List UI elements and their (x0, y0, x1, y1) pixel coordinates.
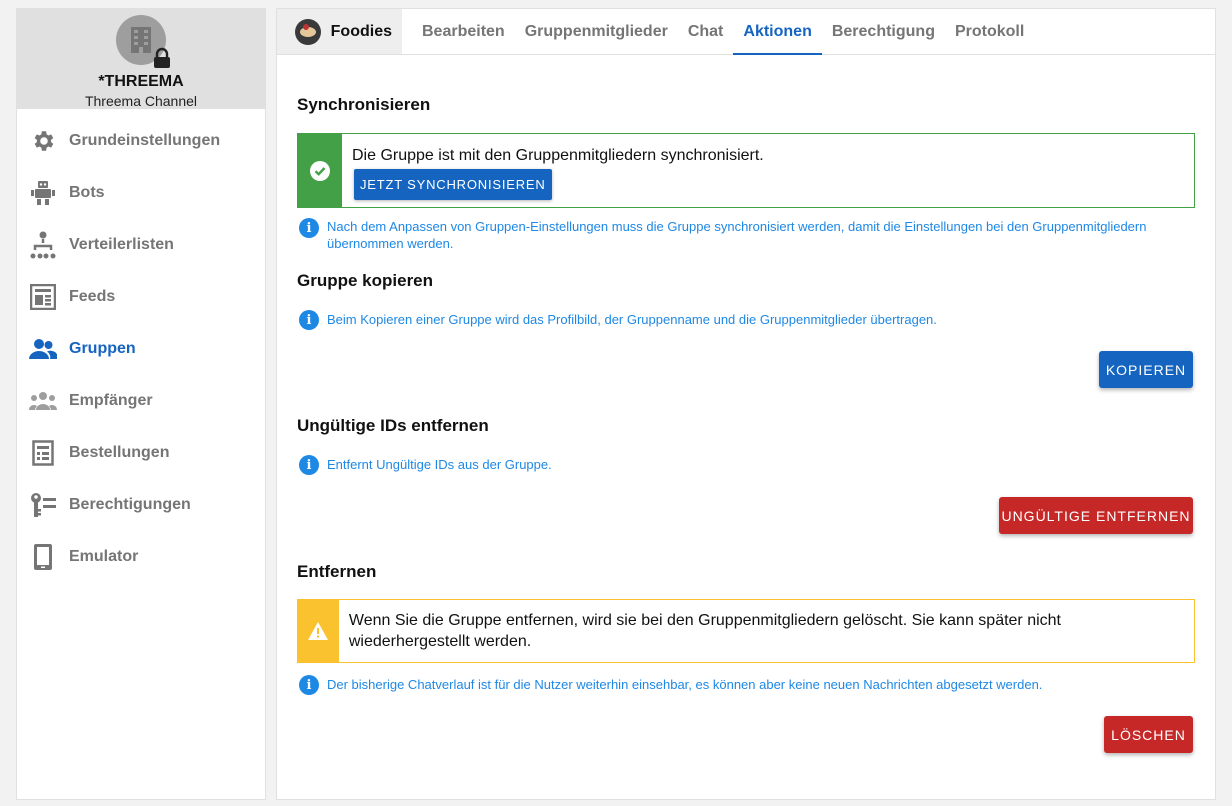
account-type: Threema Channel (84, 93, 198, 109)
info-icon: i (299, 455, 319, 475)
sync-info-text: Nach dem Anpassen von Gruppen-Einstellun… (327, 219, 1147, 251)
distribution-icon (29, 231, 57, 259)
copy-section-title: Gruppe kopieren (297, 271, 434, 290)
sidebar: *THREEMA Threema Channel Grundeinstellun… (16, 8, 266, 800)
tab-gruppenmitglieder[interactable]: Gruppenmitglieder (515, 9, 678, 54)
sidebar-item-bots[interactable]: Bots (17, 167, 265, 219)
sync-info: i Nach dem Anpassen von Gruppen-Einstell… (299, 218, 1179, 252)
gear-icon (29, 127, 57, 155)
sidebar-item-label: Grundeinstellungen (69, 132, 221, 149)
check-circle-icon (310, 160, 330, 181)
avatar (116, 15, 170, 68)
sync-section-title: Synchronisieren (297, 95, 431, 114)
lock-icon (154, 47, 170, 68)
group-name: Foodies (330, 22, 392, 40)
copy-info: i Beim Kopieren einer Gruppe wird das Pr… (299, 310, 1179, 330)
info-icon: i (299, 218, 319, 238)
orders-icon (29, 439, 57, 467)
sidebar-item-label: Gruppen (69, 340, 136, 357)
sidebar-item-label: Emulator (69, 548, 139, 565)
sidebar-item-label: Bestellungen (69, 444, 170, 461)
groups-icon (29, 335, 57, 363)
warning-stripe (298, 600, 339, 662)
sidebar-nav: Grundeinstellungen Bots Verteilerlisten … (17, 109, 265, 583)
tab-chat[interactable]: Chat (678, 9, 734, 54)
warning-icon (308, 622, 329, 640)
tab-aktionen[interactable]: Aktionen (733, 9, 823, 55)
group-avatar (295, 18, 321, 45)
sync-status-box: Die Gruppe ist mit den Gruppenmitglieder… (297, 133, 1195, 208)
sidebar-item-berechtigungen[interactable]: Berechtigungen (17, 479, 265, 531)
remove-info: i Der bisherige Chatverlauf ist für die … (299, 675, 1179, 695)
building-icon (131, 27, 151, 53)
account-header: *THREEMA Threema Channel (17, 9, 265, 109)
copy-info-text: Beim Kopieren einer Gruppe wird das Prof… (327, 312, 937, 327)
sidebar-item-label: Verteilerlisten (69, 236, 174, 253)
remove-warning-box: Wenn Sie die Gruppe entfernen, wird sie … (297, 599, 1195, 663)
copy-button[interactable]: KOPIEREN (1099, 351, 1193, 388)
info-icon: i (299, 675, 319, 695)
invalid-info-text: Entfernt Ungültige IDs aus der Gruppe. (327, 457, 552, 472)
main-panel: Foodies Bearbeiten Gruppenmitglieder Cha… (276, 8, 1216, 800)
group-header-tab: Foodies (277, 9, 402, 54)
sidebar-item-label: Feeds (69, 288, 116, 305)
sidebar-item-empfaenger[interactable]: Empfänger (17, 375, 265, 427)
feed-icon (29, 283, 57, 311)
sidebar-item-label: Empfänger (69, 392, 153, 409)
phone-icon (29, 543, 57, 571)
sidebar-item-gruppen[interactable]: Gruppen (17, 323, 265, 375)
tab-protokoll[interactable]: Protokoll (945, 9, 1034, 54)
success-stripe (298, 134, 342, 207)
recipients-icon (29, 387, 57, 415)
sidebar-item-label: Berechtigungen (69, 496, 191, 513)
info-icon: i (299, 310, 319, 330)
invalid-section-title: Ungültige IDs entfernen (297, 416, 489, 435)
account-name: *THREEMA (98, 73, 184, 90)
sync-now-button[interactable]: JETZT SYNCHRONISIEREN (354, 169, 552, 200)
remove-info-text: Der bisherige Chatverlauf ist für die Nu… (327, 677, 1043, 692)
sync-status-text: Die Gruppe ist mit den Gruppenmitglieder… (352, 147, 764, 164)
remove-section-title: Entfernen (297, 562, 377, 581)
tab-bar: Foodies Bearbeiten Gruppenmitglieder Cha… (277, 9, 1215, 55)
permissions-icon (29, 491, 57, 519)
sidebar-item-feeds[interactable]: Feeds (17, 271, 265, 323)
sidebar-item-emulator[interactable]: Emulator (17, 531, 265, 583)
remove-invalid-button[interactable]: UNGÜLTIGE ENTFERNEN (999, 497, 1193, 534)
remove-warning-text: Wenn Sie die Gruppe entfernen, wird sie … (348, 612, 1061, 650)
sidebar-item-grundeinstellungen[interactable]: Grundeinstellungen (17, 115, 265, 167)
sidebar-item-verteilerlisten[interactable]: Verteilerlisten (17, 219, 265, 271)
tab-bearbeiten[interactable]: Bearbeiten (412, 9, 515, 54)
tab-berechtigung[interactable]: Berechtigung (822, 9, 945, 54)
invalid-info: i Entfernt Ungültige IDs aus der Gruppe. (299, 455, 1179, 475)
robot-icon (29, 179, 57, 207)
sidebar-item-label: Bots (69, 184, 105, 201)
sidebar-item-bestellungen[interactable]: Bestellungen (17, 427, 265, 479)
delete-button[interactable]: LÖSCHEN (1104, 716, 1193, 753)
